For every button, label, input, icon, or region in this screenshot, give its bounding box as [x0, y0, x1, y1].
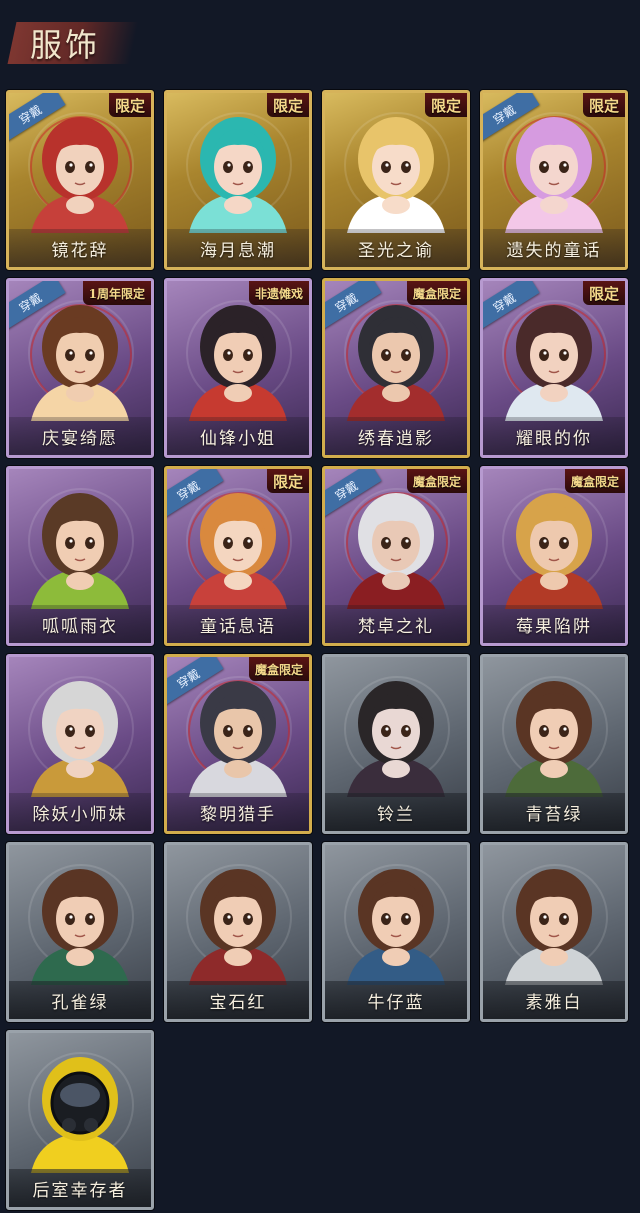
- costume-card[interactable]: 圣光之谕 限定: [322, 90, 470, 270]
- limited-tag: 非遗傩戏: [248, 281, 309, 305]
- card-name-bar: 庆宴绮愿: [9, 417, 151, 455]
- costume-name: 黎明猎手: [200, 804, 276, 825]
- limited-tag: 魔盒限定: [248, 657, 309, 681]
- costume-name: 童话息语: [200, 616, 276, 637]
- character-portrait: [28, 488, 134, 609]
- limited-tag: 魔盒限定: [564, 469, 625, 493]
- costume-name: 仙锋小姐: [200, 428, 276, 449]
- costume-name: 镜花辞: [51, 240, 109, 261]
- card-name-bar: 除妖小师妹: [9, 793, 151, 831]
- costume-name: 素雅白: [525, 992, 583, 1013]
- costume-name: 绣春逍影: [358, 428, 434, 449]
- limited-tag: 魔盒限定: [406, 469, 467, 493]
- costume-card[interactable]: 梵卓之礼 穿戴 魔盒限定: [322, 466, 470, 646]
- character-portrait: [28, 1052, 134, 1173]
- costume-card[interactable]: 童话息语 穿戴 限定: [164, 466, 312, 646]
- costume-card[interactable]: 除妖小师妹: [6, 654, 154, 834]
- costume-name: 青苔绿: [525, 804, 583, 825]
- costume-name: 宝石红: [209, 992, 267, 1013]
- costume-name: 呱呱雨衣: [42, 616, 118, 637]
- costume-card[interactable]: 海月息潮 限定: [164, 90, 312, 270]
- card-name-bar: 镜花辞: [9, 229, 151, 267]
- card-name-bar: 牛仔蓝: [325, 981, 467, 1019]
- costume-name: 耀眼的你: [516, 428, 592, 449]
- costume-card[interactable]: 镜花辞 穿戴 限定: [6, 90, 154, 270]
- card-name-bar: 梵卓之礼: [325, 605, 467, 643]
- costume-name: 莓果陷阱: [516, 616, 592, 637]
- costume-name: 铃兰: [377, 804, 415, 825]
- costume-card[interactable]: 莓果陷阱 魔盒限定: [480, 466, 628, 646]
- card-name-bar: 遗失的童话: [483, 229, 625, 267]
- page-header: 服饰: [0, 0, 640, 76]
- limited-tag: 限定: [424, 93, 467, 117]
- card-name-bar: 素雅白: [483, 981, 625, 1019]
- card-name-bar: 青苔绿: [483, 793, 625, 831]
- character-portrait: [344, 676, 450, 797]
- card-name-bar: 莓果陷阱: [483, 605, 625, 643]
- costume-name: 除妖小师妹: [32, 804, 128, 825]
- costume-card[interactable]: 庆宴绮愿 穿戴 1周年限定: [6, 278, 154, 458]
- costume-name: 梵卓之礼: [358, 616, 434, 637]
- character-portrait: [502, 864, 608, 985]
- costume-name: 孔雀绿: [51, 992, 109, 1013]
- character-portrait: [28, 864, 134, 985]
- limited-tag: 限定: [108, 93, 151, 117]
- costume-name: 后室幸存者: [32, 1180, 128, 1201]
- limited-tag: 限定: [266, 469, 309, 493]
- limited-tag: 魔盒限定: [406, 281, 467, 305]
- costume-card[interactable]: 耀眼的你 穿戴 限定: [480, 278, 628, 458]
- card-name-bar: 童话息语: [167, 605, 309, 643]
- card-name-bar: 仙锋小姐: [167, 417, 309, 455]
- limited-tag: 限定: [582, 93, 625, 117]
- limited-tag: 限定: [582, 281, 625, 305]
- costume-card[interactable]: 牛仔蓝: [322, 842, 470, 1022]
- costume-card[interactable]: 宝石红: [164, 842, 312, 1022]
- card-name-bar: 耀眼的你: [483, 417, 625, 455]
- costume-name: 遗失的童话: [506, 240, 602, 261]
- costume-name: 圣光之谕: [358, 240, 434, 261]
- costume-card[interactable]: 孔雀绿: [6, 842, 154, 1022]
- costume-card[interactable]: 遗失的童话 穿戴 限定: [480, 90, 628, 270]
- costume-card[interactable]: 绣春逍影 穿戴 魔盒限定: [322, 278, 470, 458]
- costume-card[interactable]: 呱呱雨衣: [6, 466, 154, 646]
- costume-card[interactable]: 黎明猎手 穿戴 魔盒限定: [164, 654, 312, 834]
- costume-card[interactable]: 仙锋小姐 非遗傩戏: [164, 278, 312, 458]
- costume-name: 牛仔蓝: [367, 992, 425, 1013]
- card-name-bar: 圣光之谕: [325, 229, 467, 267]
- card-name-bar: 海月息潮: [167, 229, 309, 267]
- costume-card[interactable]: 素雅白: [480, 842, 628, 1022]
- character-portrait: [344, 864, 450, 985]
- limited-tag: 限定: [266, 93, 309, 117]
- character-portrait: [28, 676, 134, 797]
- character-portrait: [186, 864, 292, 985]
- costume-name: 庆宴绮愿: [42, 428, 118, 449]
- card-name-bar: 铃兰: [325, 793, 467, 831]
- costume-card[interactable]: 青苔绿: [480, 654, 628, 834]
- costume-card[interactable]: 铃兰: [322, 654, 470, 834]
- card-name-bar: 孔雀绿: [9, 981, 151, 1019]
- page-title: 服饰: [30, 26, 101, 64]
- costume-name: 海月息潮: [200, 240, 276, 261]
- card-name-bar: 宝石红: [167, 981, 309, 1019]
- card-name-bar: 后室幸存者: [9, 1169, 151, 1207]
- character-portrait: [502, 676, 608, 797]
- costume-card[interactable]: 后室幸存者: [6, 1030, 154, 1210]
- card-name-bar: 呱呱雨衣: [9, 605, 151, 643]
- card-name-bar: 黎明猎手: [167, 793, 309, 831]
- card-name-bar: 绣春逍影: [325, 417, 467, 455]
- limited-tag: 1周年限定: [82, 281, 151, 305]
